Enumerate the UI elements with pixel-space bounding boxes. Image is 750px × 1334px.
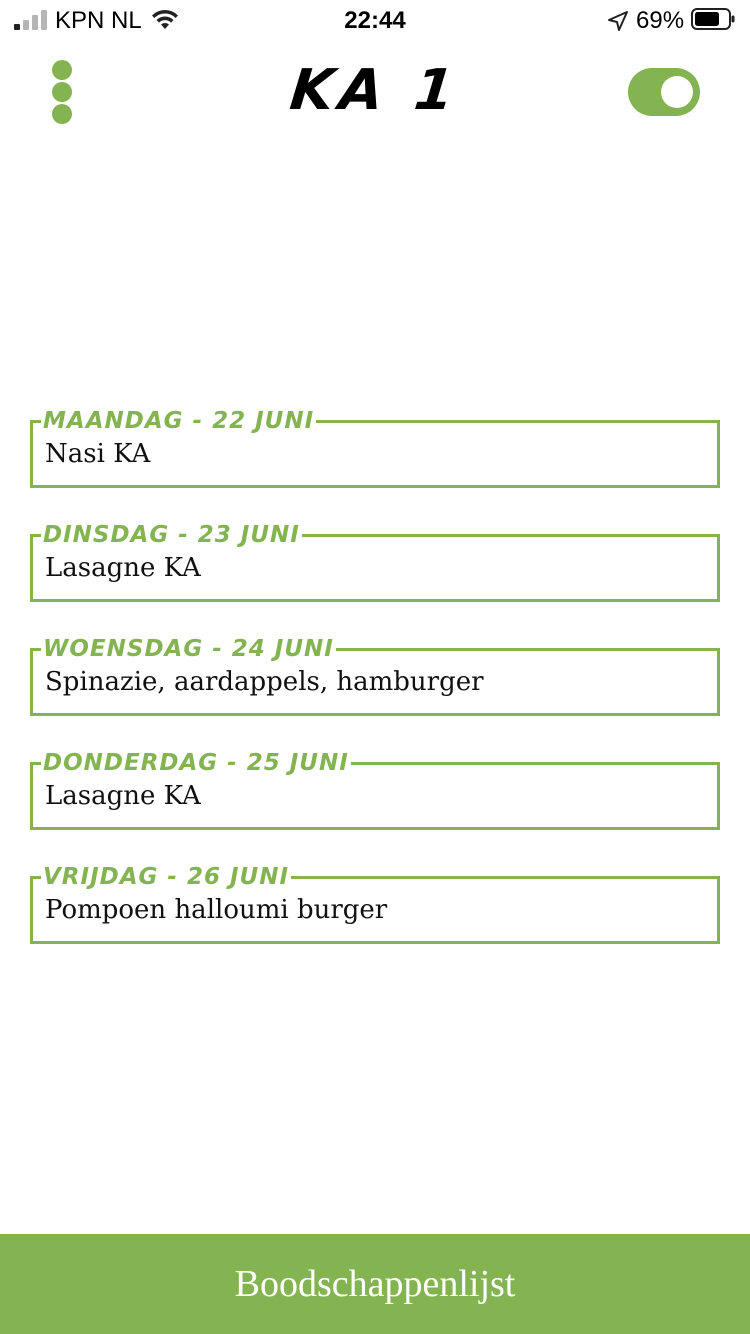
toggle-switch[interactable] bbox=[628, 68, 700, 116]
day-label: Dinsdag - 23 juni bbox=[41, 520, 302, 550]
day-label: Vrijdag - 26 juni bbox=[41, 862, 292, 892]
battery-icon bbox=[691, 8, 735, 30]
day-card-vrijdag[interactable]: Vrijdag - 26 juni Pompoen halloumi burge… bbox=[30, 862, 720, 944]
battery-percent: 69% bbox=[636, 7, 685, 34]
status-bar: KPN NL 22:44 69% bbox=[0, 0, 750, 40]
day-card-maandag[interactable]: Maandag - 22 juni Nasi KA bbox=[30, 406, 720, 488]
day-card-dinsdag[interactable]: Dinsdag - 23 juni Lasagne KA bbox=[30, 520, 720, 602]
day-label: Maandag - 22 juni bbox=[41, 406, 317, 436]
day-meal: Lasagne KA bbox=[45, 781, 201, 811]
shopping-list-button[interactable]: Boodschappenlijst bbox=[0, 1234, 750, 1334]
day-meal: Lasagne KA bbox=[45, 553, 201, 583]
day-meal: Pompoen halloumi burger bbox=[45, 895, 388, 925]
shopping-list-label: Boodschappenlijst bbox=[234, 1263, 516, 1305]
day-meal: Nasi KA bbox=[45, 439, 151, 469]
day-label: Donderdag - 25 juni bbox=[41, 748, 351, 778]
day-label: Woensdag - 24 juni bbox=[41, 634, 336, 664]
location-arrow-icon bbox=[608, 11, 628, 31]
day-meal: Spinazie, aardappels, hamburger bbox=[45, 667, 484, 697]
day-card-woensdag[interactable]: Woensdag - 24 juni Spinazie, aardappels,… bbox=[30, 634, 720, 716]
toggle-knob bbox=[661, 76, 693, 108]
day-list: Maandag - 22 juni Nasi KA Dinsdag - 23 j… bbox=[30, 406, 720, 990]
day-card-donderdag[interactable]: Donderdag - 25 juni Lasagne KA bbox=[30, 748, 720, 830]
